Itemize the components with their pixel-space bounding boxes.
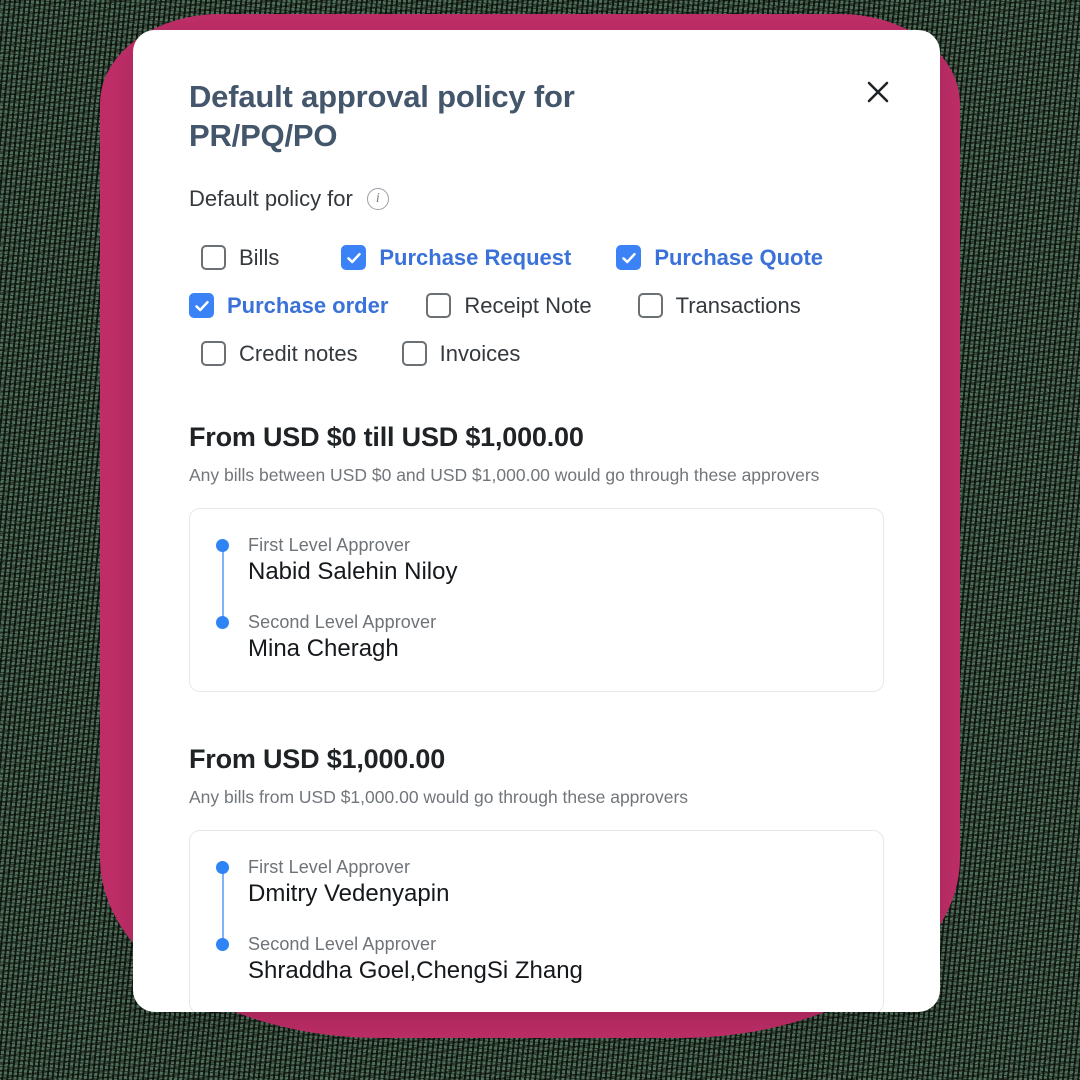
approver-card: First Level Approver Dmitry Vedenyapin Sec… — [189, 829, 884, 1012]
checkbox-label: Purchase Request — [379, 244, 572, 270]
approver-name: Shraddha Goel,ChengSi Zhang — [248, 956, 583, 984]
checkbox-empty-icon — [637, 293, 663, 318]
checkbox-empty-icon — [426, 293, 452, 318]
checkbox-credit-notes[interactable]: Credit notes — [201, 341, 358, 367]
checkbox-label: Credit notes — [239, 340, 358, 366]
approver-name: Mina Cheragh — [248, 634, 399, 662]
checkbox-checked-icon — [616, 245, 642, 270]
checkbox-label: Purchase Quote — [654, 244, 824, 270]
approver-level-item: Second Level Approver Mina Cheragh — [216, 611, 857, 663]
range-description: Any bills from USD $1,000.00 would go th… — [189, 786, 689, 807]
approver-level-label: First Level Approver — [248, 534, 411, 555]
checkbox-receipt-note[interactable]: Receipt Note — [426, 292, 592, 319]
range-sections: From USD $0 till USD $1,000.00 Any bills … — [189, 422, 884, 1012]
checkbox-row: Credit notes Invoices — [189, 330, 884, 378]
close-button[interactable] — [858, 72, 898, 112]
checkbox-checked-icon — [341, 245, 367, 270]
checkbox-empty-icon — [201, 245, 226, 270]
checkbox-checked-icon — [189, 293, 214, 318]
default-policy-label-row: Default policy for i — [189, 186, 884, 212]
range-title: From USD $0 till USD $1,000.00 — [189, 421, 584, 452]
approver-level-label: Second Level Approver — [248, 611, 437, 632]
approver-timeline: First Level Approver Nabid Salehin Niloy S… — [216, 535, 857, 663]
checkbox-bills[interactable]: Bills — [201, 245, 279, 271]
dialog-body: Default policy for i Bills Purchase Reque… — [133, 186, 940, 1012]
checkbox-invoices[interactable]: Invoices — [401, 340, 521, 367]
checkbox-row: Purchase order Receipt Note Transactions — [189, 282, 884, 330]
checkbox-label: Receipt Note — [464, 292, 592, 318]
approver-level-label: First Level Approver — [248, 856, 411, 877]
range-description: Any bills between USD $0 and USD $1,000.… — [189, 464, 820, 485]
approval-policy-dialog: Default approval policy for PR/PQ/PO Def… — [133, 30, 940, 1012]
checkbox-purchase-quote[interactable]: Purchase Quote — [616, 245, 823, 271]
checkbox-label: Bills — [239, 244, 280, 270]
document-type-checkbox-group: Bills Purchase Request Purchase Quote Purch… — [189, 234, 884, 378]
timeline-dot-icon — [216, 860, 229, 874]
timeline-dot-icon — [216, 538, 229, 552]
checkbox-purchase-request[interactable]: Purchase Request — [341, 245, 571, 271]
timeline-dot-icon — [216, 615, 229, 629]
approver-name: Nabid Salehin Niloy — [248, 557, 458, 585]
info-icon[interactable]: i — [366, 187, 389, 210]
approver-level-item: First Level Approver Dmitry Vedenyapin — [216, 856, 857, 908]
range-section: From USD $0 till USD $1,000.00 Any bills … — [189, 422, 884, 692]
default-policy-label: Default policy for — [189, 185, 353, 211]
range-title: From USD $1,000.00 — [189, 743, 446, 774]
range-section: From USD $1,000.00 Any bills from USD $1,… — [189, 743, 884, 1012]
approver-level-label: Second Level Approver — [248, 933, 437, 954]
checkbox-empty-icon — [201, 341, 226, 366]
close-icon — [865, 79, 891, 105]
checkbox-label: Transactions — [675, 292, 801, 318]
checkbox-label: Purchase order — [227, 292, 389, 318]
dialog-title: Default approval policy for PR/PQ/PO — [189, 79, 575, 153]
checkbox-row: Bills Purchase Request Purchase Quote — [189, 234, 884, 282]
approver-card: First Level Approver Nabid Salehin Niloy S… — [189, 507, 884, 692]
checkbox-purchase-order[interactable]: Purchase order — [189, 293, 388, 319]
checkbox-empty-icon — [401, 341, 427, 366]
approver-level-item: First Level Approver Nabid Salehin Niloy — [216, 534, 857, 586]
timeline-dot-icon — [216, 937, 229, 951]
checkbox-transactions[interactable]: Transactions — [637, 292, 801, 319]
dialog-header: Default approval policy for PR/PQ/PO — [133, 30, 940, 156]
approver-level-item: Second Level Approver Shraddha Goel,Cheng… — [216, 933, 857, 985]
approver-name: Dmitry Vedenyapin — [248, 879, 450, 907]
checkbox-label: Invoices — [439, 340, 521, 366]
approver-timeline: First Level Approver Dmitry Vedenyapin Sec… — [216, 857, 857, 985]
